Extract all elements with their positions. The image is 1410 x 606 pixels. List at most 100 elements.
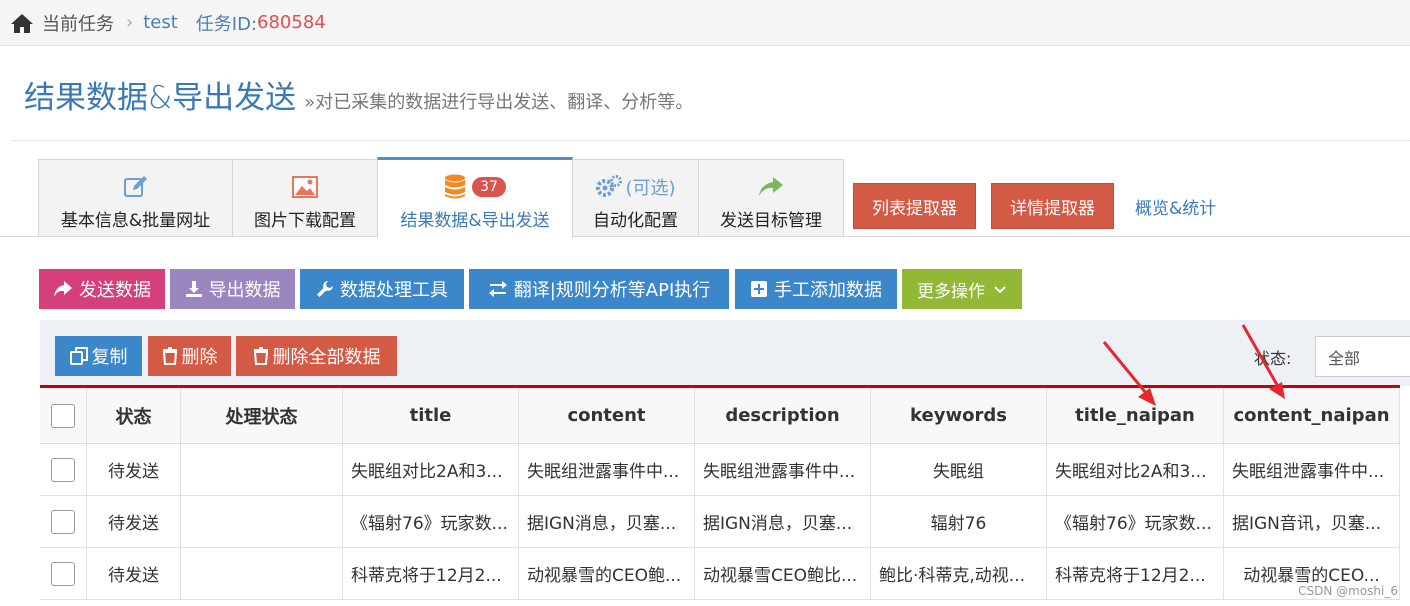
table-cell: 《辐射76》玩家数...	[343, 496, 519, 547]
select-all-checkbox[interactable]	[51, 403, 75, 428]
send-data-button[interactable]: 发送数据	[39, 269, 165, 309]
button-label: 更多操作	[917, 281, 985, 302]
column-header[interactable]: description	[695, 388, 871, 443]
table-cell: 失眠组对比2A和3...	[1047, 444, 1224, 495]
tab-label: 图片下载配置	[254, 211, 356, 231]
trash-icon	[253, 347, 268, 365]
image-icon	[292, 176, 318, 198]
state-filter-select[interactable]: 全部	[1315, 336, 1410, 377]
table-cell: 据IGN音讯，贝塞...	[1224, 496, 1400, 547]
copy-button[interactable]: 复制	[55, 336, 142, 376]
row-checkbox[interactable]	[51, 509, 75, 534]
tab-automation[interactable]: (可选) 自动化配置	[572, 159, 699, 237]
optional-label: (可选)	[625, 178, 676, 199]
button-label: 翻译|规则分析等API执行	[513, 280, 711, 301]
table-cell: 待发送	[87, 548, 181, 599]
table-cell	[181, 496, 343, 547]
tab-label: 基本信息&批量网址	[60, 211, 211, 231]
delete-button[interactable]: 删除	[148, 336, 231, 376]
table-cell: 据IGN消息，贝塞...	[519, 496, 695, 547]
button-label: 删除	[181, 347, 218, 368]
copy-icon	[69, 347, 88, 365]
table-cell: 失眠组泄露事件中...	[1224, 444, 1400, 495]
edit-icon	[123, 176, 147, 197]
data-tools-button[interactable]: 数据处理工具	[300, 269, 464, 309]
tab-label: 自动化配置	[593, 211, 678, 231]
tab-image-download[interactable]: 图片下载配置	[232, 159, 378, 237]
wrench-icon	[317, 281, 333, 297]
column-header[interactable]: content_naipan	[1224, 388, 1400, 443]
gears-icon	[596, 175, 623, 197]
task-id-label: 任务ID:	[195, 13, 258, 35]
row-select-cell	[40, 496, 87, 547]
download-icon	[185, 281, 202, 297]
table-header-row: 状态 处理状态 title content description keywor…	[40, 388, 1400, 444]
table-row[interactable]: 待发送 失眠组对比2A和3... 失眠组泄露事件中... 失眠组泄露事件中...…	[40, 444, 1400, 496]
table-cell: 失眠组	[871, 444, 1047, 495]
column-header[interactable]: 处理状态	[181, 388, 343, 443]
table-cell: 失眠组泄露事件中...	[519, 444, 695, 495]
table-cell	[181, 444, 343, 495]
state-filter-label: 状态:	[1254, 349, 1292, 368]
table-row[interactable]: 待发送 科蒂克将于12月2... 动视暴雪的CEO鲍... 动视暴雪CEO鲍比.…	[40, 548, 1400, 600]
divider	[12, 140, 1410, 141]
delete-all-button[interactable]: 删除全部数据	[236, 336, 397, 376]
tab-result-data[interactable]: 37 结果数据&导出发送	[377, 157, 573, 238]
button-label: 数据处理工具	[340, 280, 448, 301]
table-cell: 失眠组对比2A和3...	[343, 444, 519, 495]
column-header[interactable]: title_naipan	[1047, 388, 1224, 443]
table-cell	[181, 548, 343, 599]
select-all-cell	[40, 388, 87, 443]
button-label: 手工添加数据	[774, 280, 882, 301]
breadcrumb-current[interactable]: 当前任务	[42, 10, 114, 36]
button-label: 导出数据	[208, 280, 281, 301]
table-row[interactable]: 待发送 《辐射76》玩家数... 据IGN消息，贝塞... 据IGN消息，贝塞.…	[40, 496, 1400, 548]
result-count-badge: 37	[472, 177, 506, 197]
export-data-button[interactable]: 导出数据	[170, 269, 295, 309]
row-select-cell	[40, 444, 87, 495]
breadcrumb: 当前任务 › test 任务ID: 680584	[0, 0, 1410, 46]
button-label: 复制	[91, 347, 128, 368]
row-checkbox[interactable]	[51, 561, 75, 586]
table-cell: 动视暴雪CEO鲍比...	[695, 548, 871, 599]
row-select-cell	[40, 548, 87, 599]
column-header[interactable]: content	[519, 388, 695, 443]
manual-add-button[interactable]: 手工添加数据	[735, 269, 897, 309]
table-cell: 鲍比·科蒂克,动视...	[871, 548, 1047, 599]
button-label: 删除全部数据	[272, 347, 381, 368]
breadcrumb-separator: ›	[126, 12, 134, 33]
table-cell: 科蒂克将于12月2...	[343, 548, 519, 599]
table-cell: 《辐射76》玩家数...	[1047, 496, 1224, 547]
share-arrow-icon	[759, 177, 783, 196]
database-icon	[445, 174, 466, 199]
home-icon[interactable]	[10, 12, 34, 34]
share-icon	[54, 281, 72, 297]
list-extractor-button[interactable]: 列表提取器	[853, 183, 976, 229]
breadcrumb-task-name[interactable]: test	[143, 12, 178, 33]
page-header: 结果数据&导出发送 »对已采集的数据进行导出发送、翻译、分析等。	[24, 72, 693, 117]
table-cell: 辐射76	[871, 496, 1047, 547]
table-cell: 科蒂克将于12月2...	[1047, 548, 1224, 599]
table-cell: 据IGN消息，贝塞...	[695, 496, 871, 547]
overview-stats-link[interactable]: 概览&统计	[1135, 194, 1216, 219]
watermark: CSDN @moshi_6	[1298, 584, 1398, 598]
more-ops-button[interactable]: 更多操作	[902, 269, 1022, 309]
column-header[interactable]: 状态	[87, 388, 181, 443]
row-checkbox[interactable]	[51, 457, 75, 482]
page-title: 结果数据&导出发送	[24, 80, 297, 116]
table-cell: 待发送	[87, 444, 181, 495]
tab-basic-info[interactable]: 基本信息&批量网址	[38, 159, 233, 237]
table-cell: 动视暴雪的CEO鲍...	[519, 548, 695, 599]
table-cell: 失眠组泄露事件中...	[695, 444, 871, 495]
tab-label: 结果数据&导出发送	[400, 211, 550, 231]
page-subtitle: »对已采集的数据进行导出发送、翻译、分析等。	[304, 92, 694, 113]
detail-extractor-button[interactable]: 详情提取器	[991, 183, 1114, 229]
button-label: 发送数据	[79, 280, 151, 301]
tab-label: 发送目标管理	[720, 211, 822, 231]
tab-send-target[interactable]: 发送目标管理	[698, 159, 844, 237]
api-execute-button[interactable]: 翻译|规则分析等API执行	[469, 269, 729, 309]
exchange-icon	[488, 281, 507, 297]
column-header[interactable]: keywords	[871, 388, 1047, 443]
task-id-value: 680584	[257, 12, 326, 33]
column-header[interactable]: title	[343, 388, 519, 443]
